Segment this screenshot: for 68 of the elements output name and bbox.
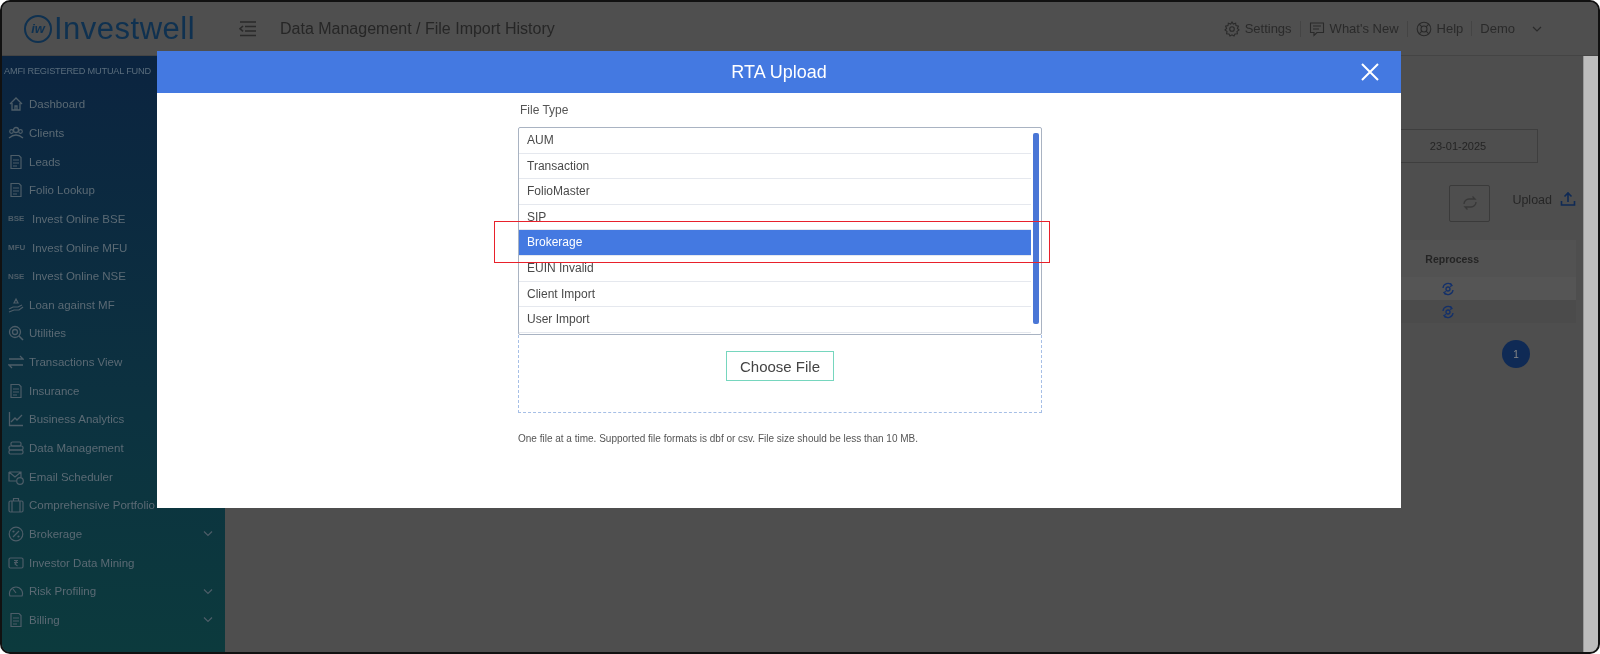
document-icon: [8, 611, 24, 628]
document-icon: [8, 182, 24, 199]
rupee-card-icon: [8, 554, 24, 571]
list-option[interactable]: FolioMaster: [519, 179, 1031, 205]
list-option[interactable]: Brokerage: [519, 230, 1031, 256]
home-icon: [8, 96, 24, 113]
sidebar-item[interactable]: Clients: [29, 126, 65, 139]
menu-icon[interactable]: [238, 19, 258, 38]
swap-arrows-icon: [8, 354, 24, 371]
file-type-list[interactable]: AUM Transaction FolioMaster SIP Brokerage EUIN Invalid Client Import User Import: [518, 127, 1042, 335]
chevron-icon[interactable]: [203, 616, 213, 624]
help-text: One file at a time. Supported file formats is dbf or csv. File size should be less than 10 MB.: [518, 433, 919, 444]
page-button[interactable]: 1: [1502, 340, 1530, 368]
sidebar-item[interactable]: Risk Profiling: [29, 585, 97, 598]
list-option[interactable]: EUIN Invalid: [519, 255, 1031, 282]
sidebar-item[interactable]: Folio Lookup: [29, 184, 95, 197]
people-icon: [8, 124, 24, 141]
sidebar-item[interactable]: Data Management: [29, 442, 124, 454]
sidebar-item[interactable]: Billing: [29, 613, 60, 626]
sidebar-heading: AMFI REGISTERED MUTUAL FUND: [3, 66, 152, 78]
dialog-title: RTA Upload: [731, 61, 827, 83]
sidebar-item[interactable]: Leads: [29, 155, 61, 168]
sidebar-item[interactable]: Insurance: [29, 384, 80, 397]
sidebar-item[interactable]: Invest Online BSE: [32, 212, 126, 225]
badge-label: MFU: [8, 243, 27, 252]
scrollbar[interactable]: [1583, 56, 1598, 652]
sidebar-item[interactable]: Investor Data Mining: [29, 556, 135, 569]
line-chart-icon: [8, 411, 24, 428]
sidebar-item[interactable]: Loan against MF: [29, 298, 115, 311]
upload-icon[interactable]: [1560, 191, 1576, 207]
badge-label: NSE: [8, 271, 26, 281]
drop-zone[interactable]: Choose File: [518, 335, 1042, 413]
settings-icon: [1223, 20, 1240, 37]
sidebar-item[interactable]: Brokerage: [29, 527, 83, 540]
hand-icon: [8, 296, 24, 313]
reprocess-icon[interactable]: [1441, 281, 1455, 296]
target-icon: [8, 325, 24, 342]
message-icon: [1308, 20, 1325, 37]
document-icon: [8, 382, 24, 399]
mail-clock-icon: [8, 468, 24, 485]
sidebar-item[interactable]: Invest Online MFU: [32, 241, 128, 254]
badge-label: BSE: [8, 214, 26, 224]
sidebar-item[interactable]: Business Analytics: [29, 413, 125, 426]
logo-text: Investwell: [54, 10, 196, 47]
sidebar-item[interactable]: Utilities: [29, 327, 67, 340]
sidebar-item[interactable]: Comprehensive Portfolio: [29, 499, 155, 512]
help-icon: [1415, 20, 1432, 37]
gauge-icon: [8, 583, 24, 600]
coin-stack-icon: [8, 440, 24, 456]
chevron-icon[interactable]: [203, 530, 213, 538]
chevron-icon[interactable]: [1532, 24, 1542, 33]
sidebar-item[interactable]: Invest Online NSE: [32, 270, 126, 283]
briefcase-icon: [8, 497, 24, 514]
list-option[interactable]: User Import: [519, 307, 1031, 333]
chevron-icon[interactable]: [203, 587, 213, 595]
sidebar-item[interactable]: Dashboard: [29, 98, 86, 111]
sidebar-item[interactable]: Transactions View: [29, 356, 123, 369]
percent-icon: [8, 525, 24, 542]
list-option[interactable]: Transaction: [519, 153, 1031, 180]
list-option[interactable]: Client Import: [519, 281, 1031, 308]
reprocess-icon[interactable]: [1441, 304, 1455, 319]
list-option[interactable]: AUM: [519, 128, 1031, 154]
logo-mark: iw: [24, 14, 52, 43]
document-icon: [8, 153, 24, 170]
field-label: File Type: [520, 103, 570, 117]
sidebar-item[interactable]: Email Scheduler: [29, 470, 113, 483]
choose-file-button[interactable]: Choose File: [725, 351, 834, 381]
close-button[interactable]: [1359, 61, 1381, 83]
